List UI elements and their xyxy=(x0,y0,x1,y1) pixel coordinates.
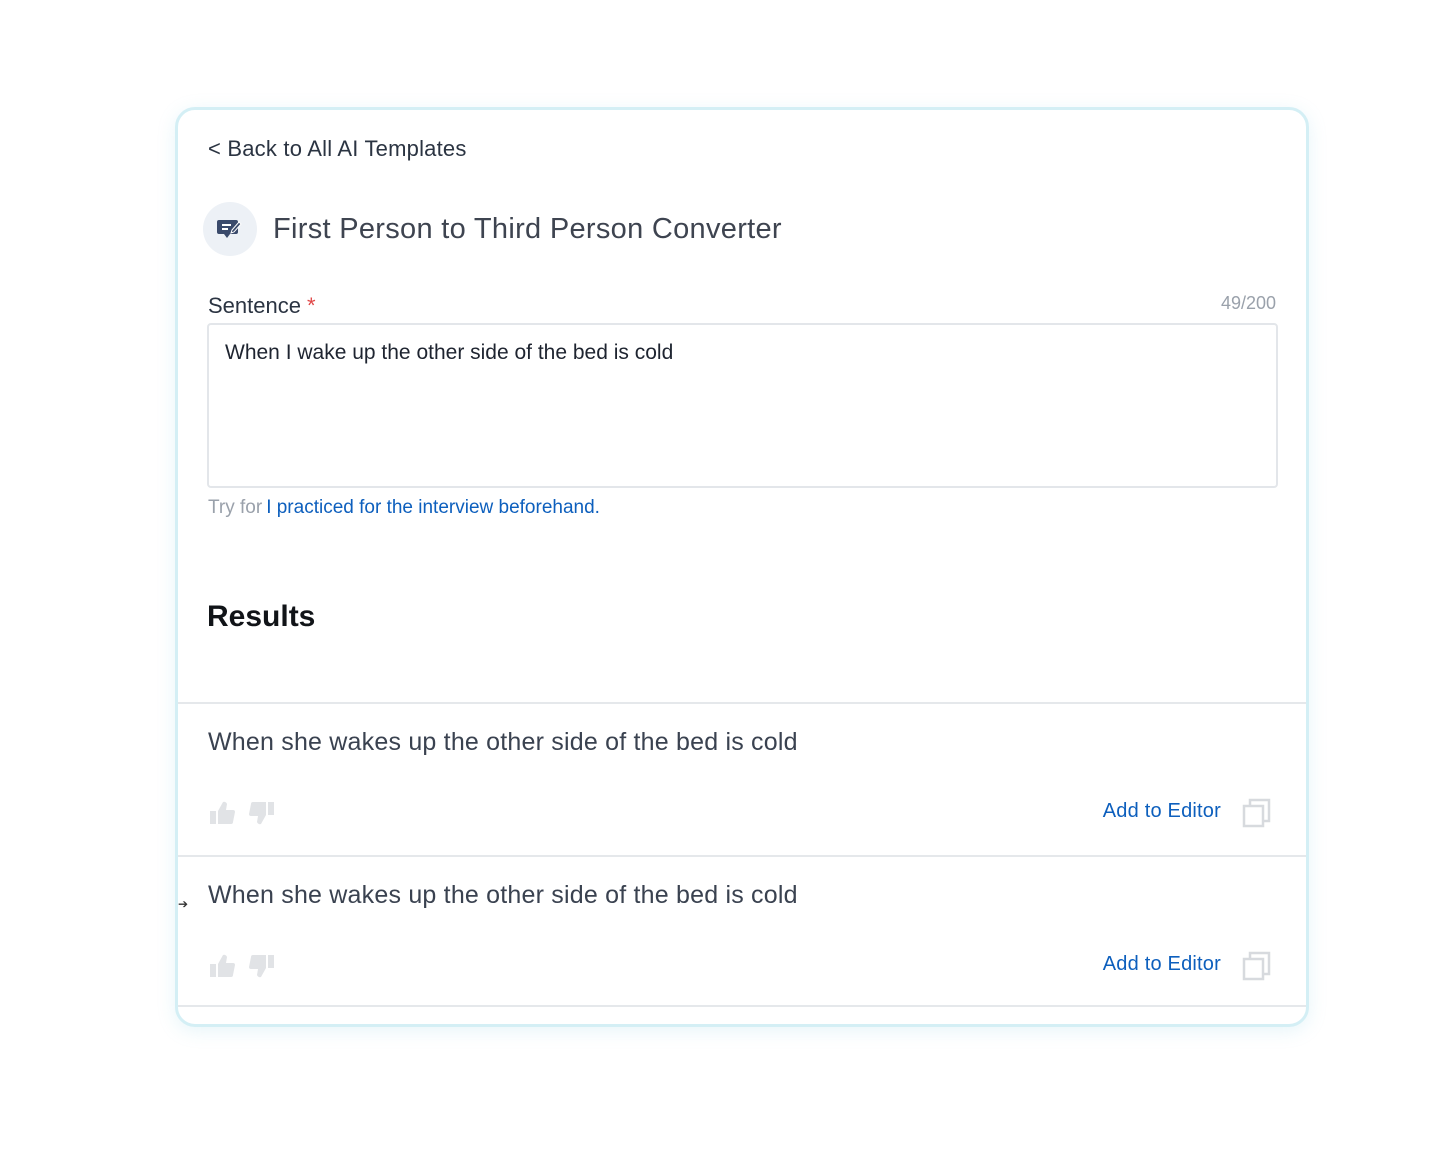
add-to-editor-button[interactable]: Add to Editor xyxy=(1103,800,1221,823)
copy-icon[interactable] xyxy=(1242,798,1272,828)
thumbs-down-icon[interactable] xyxy=(246,951,276,981)
thumbs-up-icon[interactable] xyxy=(208,798,238,828)
result-item: When she wakes up the other side of the … xyxy=(178,702,1306,854)
back-to-templates-link[interactable]: < Back to All AI Templates xyxy=(208,136,467,162)
add-to-editor-button[interactable]: Add to Editor xyxy=(1103,953,1221,976)
feedback-group xyxy=(208,798,276,828)
copy-icon[interactable] xyxy=(1242,951,1272,981)
template-card: < Back to All AI Templates First Person … xyxy=(175,107,1309,1027)
result-text: When she wakes up the other side of the … xyxy=(208,881,798,909)
chat-bubble-edit-icon xyxy=(203,202,257,256)
thumbs-up-icon[interactable] xyxy=(208,951,238,981)
template-header: First Person to Third Person Converter xyxy=(203,202,782,256)
try-example-link[interactable]: I practiced for the interview beforehand… xyxy=(266,497,600,518)
required-mark: * xyxy=(306,293,316,318)
feedback-group xyxy=(208,951,276,981)
thumbs-down-icon[interactable] xyxy=(246,798,276,828)
pointer-arrow-icon: ➔ xyxy=(178,897,189,911)
result-text: When she wakes up the other side of the … xyxy=(208,728,798,756)
sentence-input[interactable]: When I wake up the other side of the bed… xyxy=(207,323,1278,488)
try-prefix: Try for xyxy=(208,497,263,518)
character-counter: 49/200 xyxy=(1220,293,1276,313)
page-title: First Person to Third Person Converter xyxy=(273,212,782,245)
result-item: ➔ When she wakes up the other side of th… xyxy=(178,855,1306,1007)
sentence-label: Sentence * xyxy=(208,293,316,319)
try-example-line: Try for I practiced for the interview bef… xyxy=(208,497,600,519)
sentence-label-text: Sentence xyxy=(208,293,301,318)
results-heading: Results xyxy=(207,600,316,633)
